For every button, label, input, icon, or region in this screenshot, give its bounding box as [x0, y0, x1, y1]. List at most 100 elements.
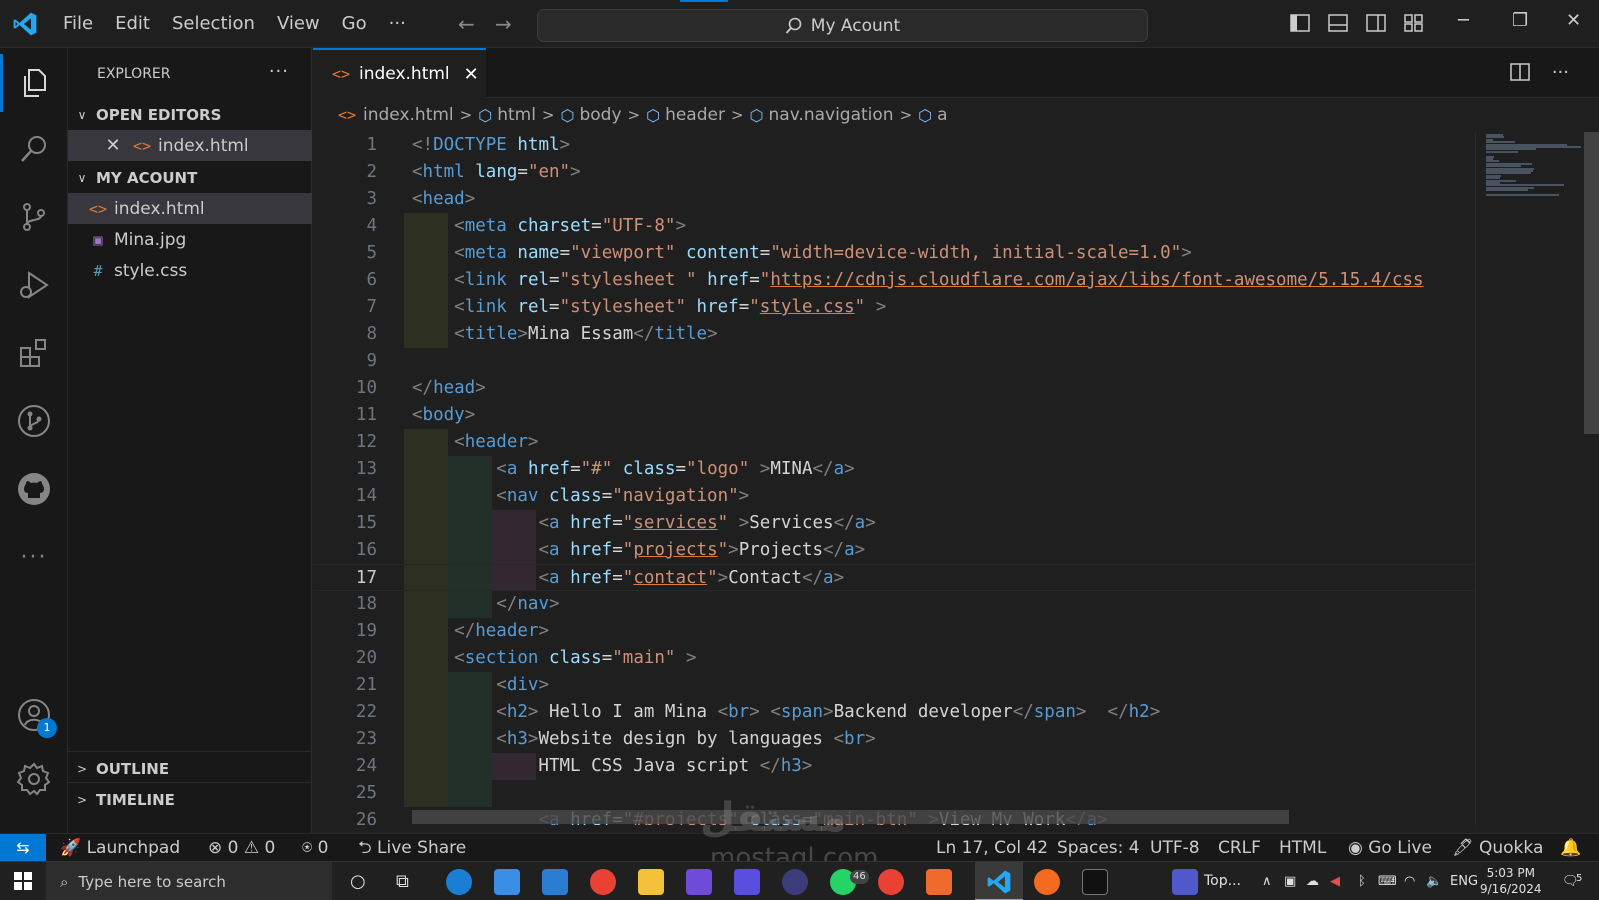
code-line[interactable]: 23 <h3>Website design by languages <br>: [313, 726, 1475, 753]
close-window-button[interactable]: ✕: [1566, 10, 1581, 31]
file-item-index[interactable]: <> index.html: [68, 193, 312, 224]
language-indicator[interactable]: ENG: [1450, 862, 1478, 900]
xampp-icon[interactable]: [926, 869, 952, 895]
code-line[interactable]: 7 <link rel="stylesheet" href="style.css…: [313, 294, 1475, 321]
account-icon[interactable]: 1: [15, 696, 57, 738]
indentation-status[interactable]: Spaces: 4: [1057, 834, 1140, 862]
code-line[interactable]: 11 <body>: [313, 402, 1475, 429]
toggle-secondary-sidebar-icon[interactable]: [1366, 13, 1386, 33]
code-line[interactable]: 2 <html lang="en">: [313, 159, 1475, 186]
menu-go[interactable]: Go: [331, 0, 378, 48]
outline-section[interactable]: > OUTLINE: [68, 751, 312, 782]
project-section[interactable]: ∨ MY ACOUNT: [68, 165, 312, 191]
breadcrumb-header[interactable]: ⬡ header: [646, 105, 725, 125]
quokka-status[interactable]: 🖋 Quokka: [1452, 834, 1543, 862]
edge-icon[interactable]: [446, 869, 472, 895]
remote-indicator-icon[interactable]: ⇆: [0, 833, 46, 862]
minimap[interactable]: [1475, 132, 1584, 825]
code-line[interactable]: 15 <a href="services" >Services</a>: [313, 510, 1475, 537]
code-line[interactable]: 19 </header>: [313, 618, 1475, 645]
breadcrumb-html[interactable]: ⬡ html: [478, 105, 536, 125]
explorer-more-button[interactable]: ···: [269, 61, 289, 82]
editor-more-icon[interactable]: ···: [1552, 62, 1569, 83]
command-center-search[interactable]: My Acount: [537, 9, 1148, 42]
code-line[interactable]: 13 <a href="#" class="logo" >MINA</a>: [313, 456, 1475, 483]
code-line[interactable]: 20 <section class="main" >: [313, 645, 1475, 672]
code-line[interactable]: 6 <link rel="stylesheet " href="https://…: [313, 267, 1475, 294]
code-line[interactable]: 9: [313, 348, 1475, 375]
breadcrumb-body[interactable]: ⬡ body: [561, 105, 622, 125]
run-debug-icon[interactable]: [15, 266, 53, 304]
breadcrumb-file[interactable]: <> index.html: [335, 105, 454, 125]
volume-muted-icon[interactable]: ◀: [1330, 862, 1340, 900]
encoding-status[interactable]: UTF-8: [1150, 834, 1200, 862]
windows-start-icon[interactable]: [14, 872, 32, 890]
settings-gear-icon[interactable]: [15, 760, 53, 798]
code-line[interactable]: 21 <div>: [313, 672, 1475, 699]
go-live-status[interactable]: ◉ Go Live: [1348, 834, 1432, 862]
close-tab-icon[interactable]: ✕: [464, 64, 479, 85]
notifications-bell-icon[interactable]: 🔔: [1560, 834, 1581, 862]
chrome-icon[interactable]: [590, 869, 616, 895]
problems-status[interactable]: ⊗ 0 ⚠ 0: [208, 834, 275, 862]
bluetooth-icon[interactable]: ᛒ: [1358, 862, 1366, 900]
toggle-primary-sidebar-icon[interactable]: [1290, 13, 1310, 33]
minimize-button[interactable]: ─: [1458, 10, 1469, 31]
breadcrumb-nav[interactable]: ⬡ nav.navigation: [750, 105, 894, 125]
file-item-image[interactable]: ▣ Mina.jpg: [68, 224, 312, 255]
file-item-css[interactable]: # style.css: [68, 255, 312, 286]
onedrive-icon[interactable]: ☁: [1306, 862, 1319, 900]
explorer-icon[interactable]: [0, 54, 53, 112]
wifi-icon[interactable]: ◠: [1404, 862, 1415, 900]
code-line[interactable]: 8 <title>Mina Essam</title>: [313, 321, 1475, 348]
menu-more[interactable]: ···: [378, 0, 417, 48]
code-line[interactable]: 5 <meta name="viewport" content="width=d…: [313, 240, 1475, 267]
vscode-taskbar-icon[interactable]: [986, 869, 1012, 895]
github-icon[interactable]: [15, 470, 53, 508]
open-editor-item[interactable]: ✕ <> index.html: [68, 130, 312, 161]
terminal-icon[interactable]: [1082, 869, 1108, 895]
tray-chevron-icon[interactable]: ∧: [1262, 862, 1272, 900]
menu-edit[interactable]: Edit: [104, 0, 161, 48]
source-control-icon[interactable]: [15, 198, 53, 236]
more-views-icon[interactable]: ···: [15, 538, 53, 576]
open-editors-section[interactable]: ∨ OPEN EDITORS: [68, 102, 312, 128]
code-line[interactable]: 4 <meta charset="UTF-8">: [313, 213, 1475, 240]
app-icon[interactable]: [734, 869, 760, 895]
code-line[interactable]: 17 <a href="contact">Contact</a>: [313, 564, 1475, 591]
code-line[interactable]: 12 <header>: [313, 429, 1475, 456]
menu-view[interactable]: View: [266, 0, 331, 48]
task-view-icon[interactable]: ⧉: [396, 862, 409, 900]
close-icon[interactable]: ✕: [100, 135, 126, 156]
chrome-icon[interactable]: [878, 869, 904, 895]
tray-network-icon[interactable]: ▣: [1284, 862, 1296, 900]
language-status[interactable]: HTML: [1279, 834, 1326, 862]
toggle-panel-icon[interactable]: [1328, 13, 1348, 33]
extensions-icon[interactable]: [15, 334, 53, 372]
mail-icon[interactable]: [542, 869, 568, 895]
live-share-status[interactable]: ⮌ Live Share: [358, 834, 466, 862]
timeline-section[interactable]: > TIMELINE: [68, 782, 312, 813]
ports-status[interactable]: ⍟ 0: [302, 834, 328, 862]
tab-index-html[interactable]: <> index.html ✕: [313, 48, 486, 98]
app-icon[interactable]: [782, 869, 808, 895]
code-line[interactable]: 14 <nav class="navigation">: [313, 483, 1475, 510]
system-clock[interactable]: 5:03 PM 9/16/2024: [1480, 865, 1542, 897]
code-editor[interactable]: 1 <!DOCTYPE html> 2 <html lang="en"> 3 <head>…: [313, 132, 1475, 825]
forward-arrow-icon[interactable]: →: [495, 12, 512, 36]
store-icon[interactable]: [494, 869, 520, 895]
code-line[interactable]: 18 </nav>: [313, 591, 1475, 618]
code-line[interactable]: 16 <a href="projects">Projects</a>: [313, 537, 1475, 564]
horizontal-scrollbar[interactable]: [412, 810, 1289, 824]
eol-status[interactable]: CRLF: [1218, 834, 1261, 862]
restore-button[interactable]: ❐: [1512, 10, 1528, 31]
vertical-scroll-thumb[interactable]: [1584, 132, 1599, 434]
teams-label[interactable]: Top...: [1204, 862, 1241, 900]
menu-file[interactable]: File: [52, 0, 104, 48]
code-line[interactable]: 1 <!DOCTYPE html>: [313, 132, 1475, 159]
cortana-icon[interactable]: ○: [350, 862, 366, 900]
code-line[interactable]: 3 <head>: [313, 186, 1475, 213]
customize-layout-icon[interactable]: [1404, 13, 1424, 33]
breadcrumb-a[interactable]: ⬡ a: [918, 105, 947, 125]
menu-selection[interactable]: Selection: [161, 0, 266, 48]
